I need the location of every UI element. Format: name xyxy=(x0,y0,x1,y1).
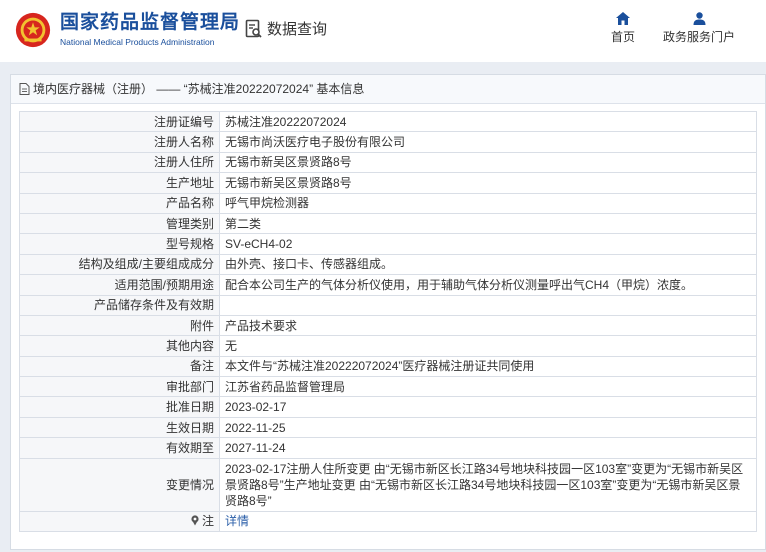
panel-title: 境内医疗器械（注册） —— “苏械注准20222072024” 基本信息 xyxy=(11,75,765,104)
field-value: 无锡市新吴区景贤路8号 xyxy=(219,172,757,194)
table-row: 变更情况 2023-02-17注册人住所变更 由“无锡市新区长江路34号地块科技园… xyxy=(19,457,757,512)
site-title-cn: 国家药品监督管理局 xyxy=(60,12,241,33)
table-row: 备注 本文件与“苏械注准20222072024”医疗器械注册证共同使用 xyxy=(19,355,757,378)
home-icon xyxy=(616,12,630,25)
table-row: 结构及组成/主要组成成分 由外壳、接口卡、传感器组成。 xyxy=(19,253,757,276)
detail-panel: 境内医疗器械（注册） —— “苏械注准20222072024” 基本信息 注册证… xyxy=(10,74,766,550)
nav-service-portal[interactable]: 政务服务门户 xyxy=(660,12,738,45)
table-row: 型号规格 SV-eCH4-02 xyxy=(19,233,757,255)
note-label: 注 xyxy=(201,514,214,529)
field-label: 生效日期 xyxy=(19,416,220,439)
user-icon xyxy=(693,12,705,25)
content-area: 境内医疗器械（注册） —— “苏械注准20222072024” 基本信息 注册证… xyxy=(0,62,766,552)
field-value: 第二类 xyxy=(219,212,757,235)
field-label: 产品名称 xyxy=(19,192,220,214)
field-value: 2022-11-25 xyxy=(219,416,757,439)
field-value: 产品技术要求 xyxy=(219,314,757,337)
table-row: 生效日期 2022-11-25 xyxy=(19,416,757,439)
nav-service-label: 政务服务门户 xyxy=(662,30,735,44)
table-row: 注册人住所 无锡市新吴区景贤路8号 xyxy=(19,151,757,174)
field-label: 批准日期 xyxy=(19,396,220,418)
field-label: 管理类别 xyxy=(19,212,220,235)
field-label: 产品储存条件及有效期 xyxy=(19,294,220,316)
table-row: 注册证编号 苏械注准20222072024 xyxy=(19,110,757,133)
table-row: 产品储存条件及有效期 xyxy=(19,294,757,316)
document-icon xyxy=(19,83,30,95)
note-row: 注 详情 xyxy=(19,510,757,533)
data-query-link[interactable]: 数据查询 xyxy=(245,18,327,39)
table-row: 产品名称 呼气甲烷检测器 xyxy=(19,192,757,214)
field-label: 注册人住所 xyxy=(19,151,220,174)
field-value: 由外壳、接口卡、传感器组成。 xyxy=(219,253,757,276)
site-logo[interactable]: 国家药品监督管理局 National Medical Products Admi… xyxy=(14,11,240,49)
panel-title-text: 境内医疗器械（注册） —— “苏械注准20222072024” 基本信息 xyxy=(33,82,365,96)
site-header: 国家药品监督管理局 National Medical Products Admi… xyxy=(0,0,766,62)
field-label: 变更情况 xyxy=(19,457,220,512)
table-row: 注册人名称 无锡市尚沃医疗电子股份有限公司 xyxy=(19,131,757,153)
field-value: 无 xyxy=(219,335,757,357)
field-value: 2023-02-17 xyxy=(219,396,757,418)
registration-info-table: 注册证编号 苏械注准20222072024 注册人名称 无锡市尚沃医疗电子股份有限公司… xyxy=(19,110,757,533)
details-link[interactable]: 详情 xyxy=(225,514,249,528)
data-query-label: 数据查询 xyxy=(267,21,328,38)
field-label: 备注 xyxy=(19,355,220,378)
field-value: 呼气甲烷检测器 xyxy=(219,192,757,214)
table-row: 有效期至 2027-11-24 xyxy=(19,437,757,459)
field-value xyxy=(219,294,757,316)
field-label: 审批部门 xyxy=(19,376,220,398)
field-label: 结构及组成/主要组成成分 xyxy=(19,253,220,276)
field-value: 苏械注准20222072024 xyxy=(219,110,757,133)
national-emblem-icon xyxy=(15,12,51,48)
nav-home-label: 首页 xyxy=(610,30,635,44)
table-row: 附件 产品技术要求 xyxy=(19,314,757,337)
pin-icon xyxy=(191,515,199,526)
search-document-icon xyxy=(245,19,262,38)
field-value: 配合本公司生产的气体分析仪使用，用于辅助气体分析仪测量呼出气CH4（甲烷）浓度。 xyxy=(219,274,757,296)
table-row: 生产地址 无锡市新吴区景贤路8号 xyxy=(19,172,757,194)
site-title-en: National Medical Products Administration xyxy=(60,37,215,47)
field-label: 注册证编号 xyxy=(19,110,220,133)
field-value: 无锡市尚沃医疗电子股份有限公司 xyxy=(219,131,757,153)
table-row: 审批部门 江苏省药品监督管理局 xyxy=(19,376,757,398)
table-row: 适用范围/预期用途 配合本公司生产的气体分析仪使用，用于辅助气体分析仪测量呼出气C… xyxy=(19,274,757,296)
field-value: 江苏省药品监督管理局 xyxy=(219,376,757,398)
field-label: 注册人名称 xyxy=(19,131,220,153)
table-row: 管理类别 第二类 xyxy=(19,212,757,235)
field-label: 有效期至 xyxy=(19,437,220,459)
nav-home[interactable]: 首页 xyxy=(607,12,639,45)
field-value: 2023-02-17注册人住所变更 由“无锡市新区长江路34号地块科技园一区10… xyxy=(219,457,757,512)
field-label: 附件 xyxy=(19,314,220,337)
field-value: SV-eCH4-02 xyxy=(219,233,757,255)
table-row: 批准日期 2023-02-17 xyxy=(19,396,757,418)
table-row: 其他内容无 xyxy=(19,335,757,357)
field-label: 生产地址 xyxy=(19,172,220,194)
note-label-cell: 注 xyxy=(19,510,220,533)
field-label: 其他内容 xyxy=(19,335,220,357)
field-value: 2027-11-24 xyxy=(219,437,757,459)
field-label: 适用范围/预期用途 xyxy=(19,274,220,296)
field-value: 无锡市新吴区景贤路8号 xyxy=(219,151,757,174)
field-label: 型号规格 xyxy=(19,233,220,255)
field-value: 本文件与“苏械注准20222072024”医疗器械注册证共同使用 xyxy=(219,355,757,378)
